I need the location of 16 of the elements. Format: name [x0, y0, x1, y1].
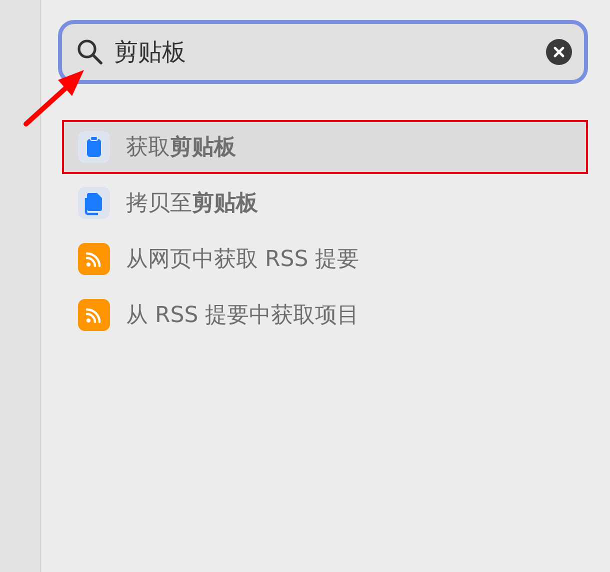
- rss-icon: [78, 299, 110, 331]
- clear-button[interactable]: [546, 39, 572, 65]
- search-field[interactable]: 剪贴板: [58, 20, 588, 84]
- result-item[interactable]: 从网页中获取 RSS 提要: [62, 232, 588, 286]
- result-item[interactable]: 获取剪贴板: [62, 120, 588, 174]
- documents-icon: [78, 187, 110, 219]
- result-label: 拷贝至剪贴板: [126, 190, 258, 218]
- rss-icon: [78, 243, 110, 275]
- result-item[interactable]: 拷贝至剪贴板: [62, 176, 588, 230]
- search-icon: [76, 38, 104, 66]
- result-item[interactable]: 从 RSS 提要中获取项目: [62, 288, 588, 342]
- clipboard-icon: [78, 131, 110, 163]
- result-label: 从 RSS 提要中获取项目: [126, 302, 360, 330]
- search-input[interactable]: 剪贴板: [114, 38, 536, 66]
- result-label: 从网页中获取 RSS 提要: [126, 246, 360, 274]
- result-label: 获取剪贴板: [126, 134, 236, 162]
